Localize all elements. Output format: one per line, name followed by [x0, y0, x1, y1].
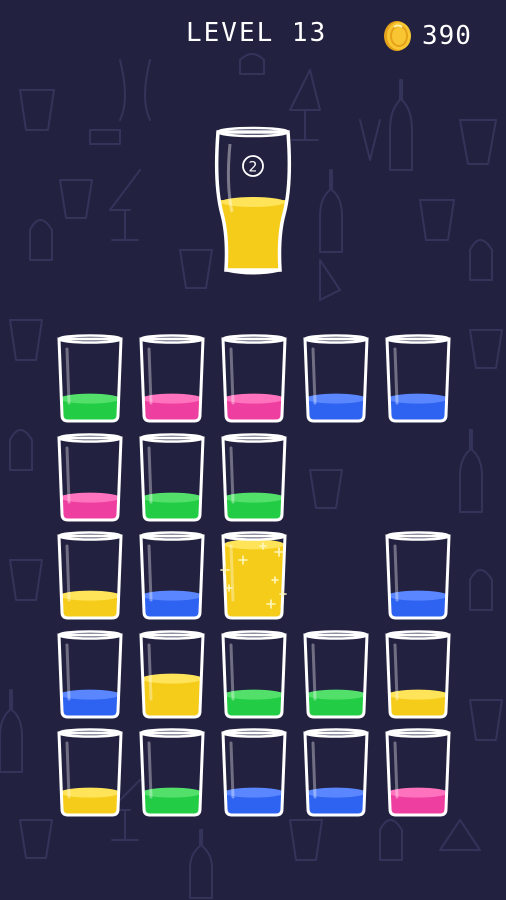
liquid-surface — [224, 539, 284, 550]
cup-r4-c1[interactable] — [55, 629, 125, 721]
glass-shine — [393, 643, 399, 700]
glass-icon — [139, 531, 205, 620]
cup-r5-c1[interactable] — [55, 727, 125, 819]
target-glass: 2 — [214, 126, 292, 275]
glass-shine — [65, 643, 71, 700]
glass-shine — [65, 446, 71, 503]
cup-r5-c2[interactable] — [137, 727, 207, 819]
cup-r5-c3[interactable] — [219, 727, 289, 819]
cup-r5-c5[interactable] — [383, 727, 453, 819]
glass-icon — [139, 334, 205, 423]
glass-icon — [57, 531, 123, 620]
glass-icon — [57, 334, 123, 423]
glass-shine — [147, 347, 153, 405]
glass-shine — [229, 741, 235, 799]
glass-shine — [229, 643, 235, 700]
glass-shine — [229, 446, 235, 503]
cup-r3-c5[interactable] — [383, 530, 453, 622]
glass-icon — [139, 728, 205, 817]
glass-shine — [393, 544, 399, 602]
coin-icon — [384, 21, 411, 51]
cup-r4-c2[interactable] — [137, 629, 207, 721]
glass-icon — [57, 629, 123, 718]
coin-counter: 390 — [380, 16, 472, 56]
coin-count: 390 — [422, 21, 472, 51]
glass-shine — [65, 544, 71, 602]
glass-shine — [147, 544, 153, 602]
glass-icon — [303, 334, 369, 423]
cup-r2-c1[interactable] — [55, 432, 125, 524]
glass-icon — [385, 531, 451, 620]
cup-r4-c3[interactable] — [219, 629, 289, 721]
glass-shine — [393, 347, 399, 405]
glass-icon — [220, 531, 287, 620]
glass-icon — [139, 432, 205, 521]
cup-r2-c2[interactable] — [137, 432, 207, 524]
glass-icon — [385, 728, 451, 817]
glass-shine — [311, 643, 317, 700]
glass-icon — [303, 728, 369, 817]
level-label: LEVEL 13 — [186, 18, 328, 48]
glass-shine — [147, 446, 153, 503]
glass-shine — [229, 347, 235, 405]
glass-icon — [385, 334, 451, 423]
cup-r3-c1[interactable] — [55, 530, 125, 622]
target-count: 2 — [249, 160, 258, 176]
cup-r1-c4[interactable] — [301, 333, 371, 425]
glass-icon — [57, 728, 123, 817]
cup-r3-c2[interactable] — [137, 530, 207, 622]
glass-icon — [221, 334, 287, 423]
glass-shine — [65, 347, 71, 405]
glass-icon — [303, 629, 369, 718]
cup-r4-c5[interactable] — [383, 629, 453, 721]
liquid-yellow — [141, 678, 203, 717]
cup-r1-c5[interactable] — [383, 333, 453, 425]
glass-shine — [393, 741, 399, 799]
glass-shine — [147, 741, 153, 799]
cup-r5-c4[interactable] — [301, 727, 371, 819]
glass-shine — [65, 741, 71, 799]
glass-icon — [221, 432, 287, 521]
cup-r3-c3[interactable] — [219, 530, 289, 622]
glass-icon — [221, 629, 287, 718]
glass-icon — [221, 728, 287, 817]
cup-r1-c2[interactable] — [137, 333, 207, 425]
glass-icon — [57, 432, 123, 521]
glass-shine — [311, 741, 317, 799]
cup-r2-c3[interactable] — [219, 432, 289, 524]
cup-r1-c3[interactable] — [219, 333, 289, 425]
glass-icon — [385, 629, 451, 718]
glass-icon — [139, 629, 205, 718]
cup-r4-c4[interactable] — [301, 629, 371, 721]
glass-shine — [147, 643, 153, 700]
glass-shine — [229, 544, 235, 602]
glass-shine — [311, 347, 317, 405]
cup-r1-c1[interactable] — [55, 333, 125, 425]
